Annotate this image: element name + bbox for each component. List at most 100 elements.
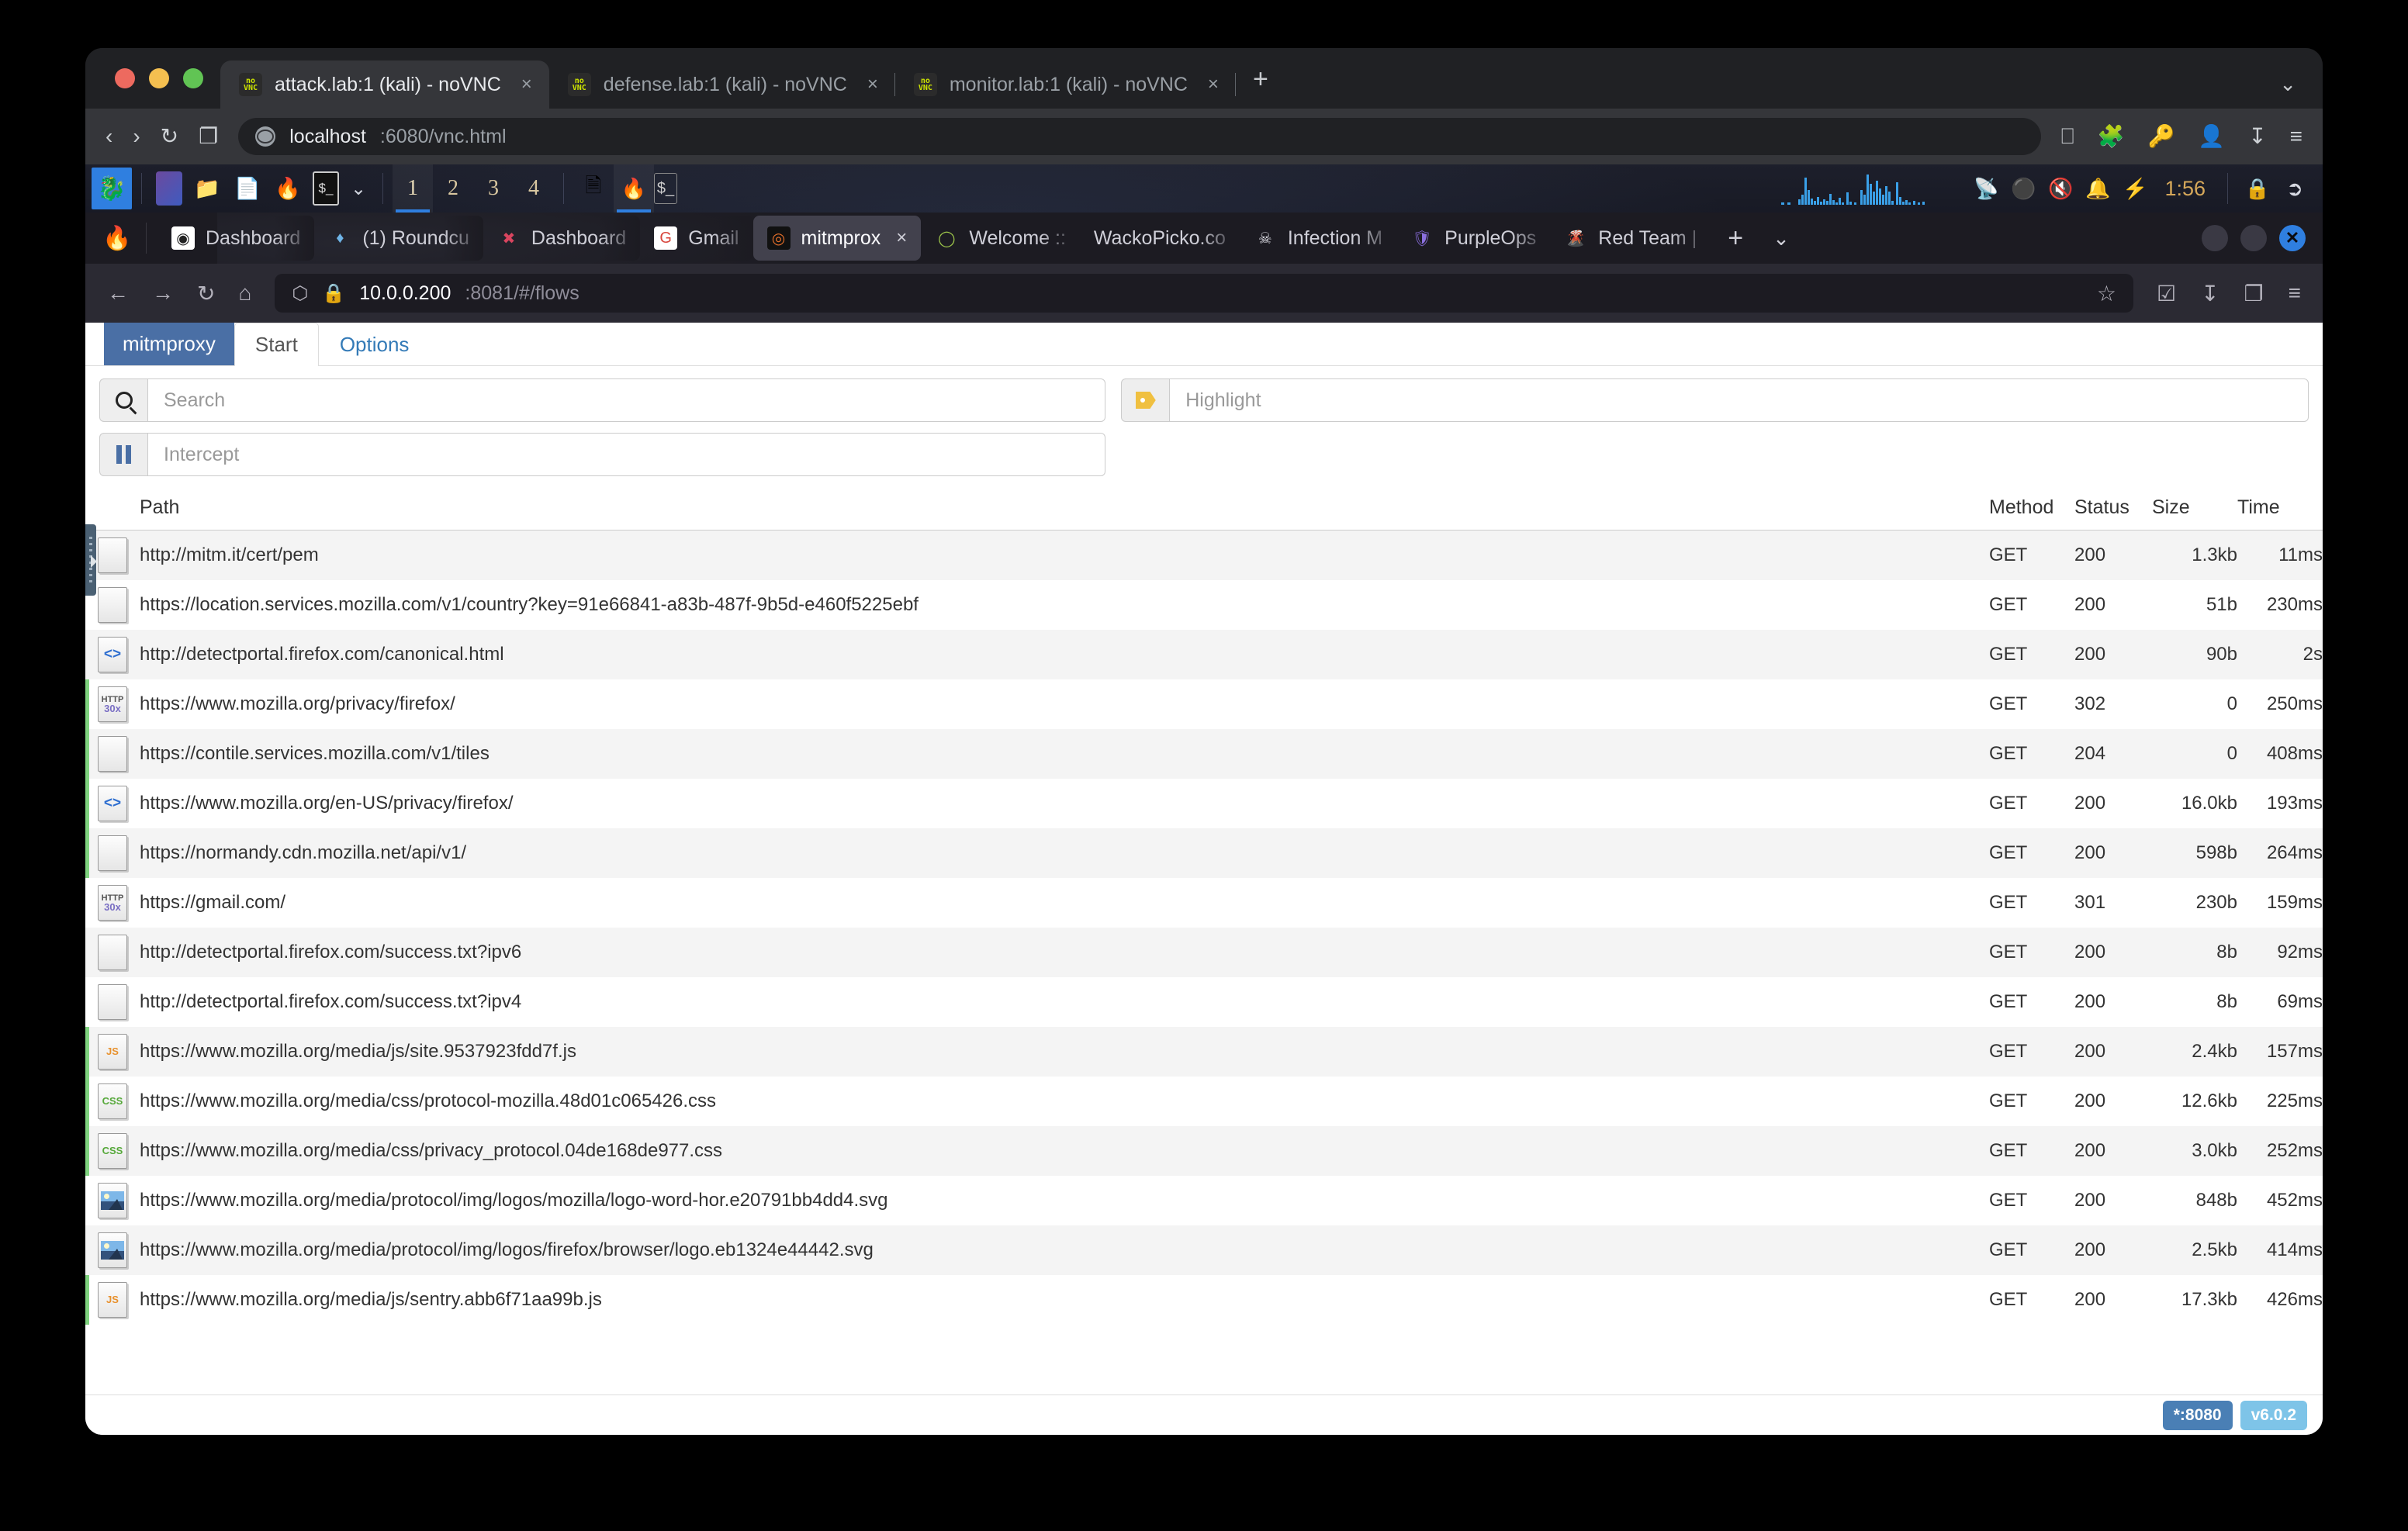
chrome-address-bar[interactable]: localhost:6080/vnc.html xyxy=(238,118,2041,155)
back-icon[interactable]: ‹ xyxy=(106,126,112,147)
shell-icon[interactable]: $_ xyxy=(313,171,339,206)
row-path[interactable]: https://www.mozilla.org/media/css/privac… xyxy=(140,1126,1989,1176)
table-row[interactable]: https://www.mozilla.org/media/protocol/i… xyxy=(85,1225,2323,1275)
tab-options[interactable]: Options xyxy=(319,323,431,366)
close-icon[interactable]: × xyxy=(867,74,878,95)
clock[interactable]: 1:56 xyxy=(2155,177,2215,201)
row-path[interactable]: https://gmail.com/ xyxy=(140,878,1989,928)
logout-icon[interactable]: ➲ xyxy=(2278,171,2312,206)
profile-icon[interactable]: 👤 xyxy=(2198,126,2225,147)
forward-icon[interactable]: › xyxy=(133,126,140,147)
new-tab-button[interactable]: + xyxy=(1236,64,1285,109)
close-window-button[interactable]: ✕ xyxy=(2279,225,2306,251)
bookmark-star-icon[interactable]: ☆ xyxy=(2097,281,2116,306)
sidebar-splitter-handle[interactable] xyxy=(85,524,96,596)
volume-muted-icon[interactable]: 🔇 xyxy=(2043,171,2078,206)
maximize-window-button[interactable] xyxy=(2240,225,2267,251)
firefox-address-bar[interactable]: ⬡ 🔒 10.0.0.200:8081/#/flows ☆ xyxy=(275,274,2133,313)
chrome-tab-monitor-lab[interactable]: noVNC monitor.lab:1 (kali) - noVNC × xyxy=(895,60,1236,109)
terminal-emulator-icon[interactable] xyxy=(156,171,182,206)
chrome-tab-defense-lab[interactable]: noVNC defense.lab:1 (kali) - noVNC × xyxy=(549,60,895,109)
minimize-window-button[interactable] xyxy=(149,68,169,88)
reload-icon[interactable]: ↻ xyxy=(161,126,178,147)
workspace-2-button[interactable]: 2 xyxy=(433,164,473,213)
window-file-manager[interactable]: 🗎 xyxy=(573,164,614,213)
table-row[interactable]: https://contile.services.mozilla.com/v1/… xyxy=(85,729,2323,779)
network-disconnected-icon[interactable]: 📡 xyxy=(1969,171,2003,206)
minimize-window-button[interactable] xyxy=(2202,225,2228,251)
column-header-method[interactable]: Method xyxy=(1989,487,2074,530)
shield-icon[interactable]: ⬡ xyxy=(292,282,308,305)
row-path[interactable]: https://www.mozilla.org/media/css/protoc… xyxy=(140,1077,1989,1126)
table-row[interactable]: <>https://www.mozilla.org/en-US/privacy/… xyxy=(85,779,2323,828)
close-window-button[interactable] xyxy=(115,68,135,88)
firefox-tab-welcome[interactable]: ◯ Welcome :: xyxy=(921,216,1080,261)
row-path[interactable]: https://www.mozilla.org/en-US/privacy/fi… xyxy=(140,779,1989,828)
forward-icon[interactable]: → xyxy=(152,281,174,306)
tab-start[interactable]: Start xyxy=(234,323,319,366)
chrome-tab-attack-lab[interactable]: noVNC attack.lab:1 (kali) - noVNC × xyxy=(220,60,549,109)
column-header-time[interactable]: Time xyxy=(2237,487,2323,530)
container-tabs-icon[interactable]: ❐ xyxy=(2244,281,2264,306)
alien-icon[interactable]: ⚫ xyxy=(2006,171,2040,206)
row-path[interactable]: http://detectportal.firefox.com/success.… xyxy=(140,977,1989,1027)
firefox-icon[interactable]: 🔥 xyxy=(272,172,303,205)
row-path[interactable]: https://www.mozilla.org/media/protocol/i… xyxy=(140,1225,1989,1275)
row-path[interactable]: https://www.mozilla.org/media/js/sentry.… xyxy=(140,1275,1989,1325)
workspace-1-button[interactable]: 1 xyxy=(393,164,433,213)
table-row[interactable]: https://www.mozilla.org/media/protocol/i… xyxy=(85,1176,2323,1225)
table-row[interactable]: http://detectportal.firefox.com/success.… xyxy=(85,928,2323,977)
row-path[interactable]: https://contile.services.mozilla.com/v1/… xyxy=(140,729,1989,779)
menu-icon[interactable]: ≡ xyxy=(2290,126,2302,147)
table-row[interactable]: http://detectportal.firefox.com/success.… xyxy=(85,977,2323,1027)
firefox-tab-dashboard-mailx[interactable]: ✖ Dashboard xyxy=(483,216,640,261)
table-row[interactable]: JShttps://www.mozilla.org/media/js/site.… xyxy=(85,1027,2323,1077)
intercept-input[interactable]: Intercept xyxy=(147,433,1105,476)
bell-icon[interactable]: 🔔 xyxy=(2081,171,2115,206)
column-header-path[interactable]: Path xyxy=(140,487,1989,530)
home-icon[interactable]: ⌂ xyxy=(238,281,251,306)
table-row[interactable]: https://normandy.cdn.mozilla.net/api/v1/… xyxy=(85,828,2323,878)
row-path[interactable]: http://mitm.it/cert/pem xyxy=(140,530,1989,580)
pause-icon[interactable] xyxy=(99,433,147,476)
row-path[interactable]: https://normandy.cdn.mozilla.net/api/v1/ xyxy=(140,828,1989,878)
table-row[interactable]: CSShttps://www.mozilla.org/media/css/pro… xyxy=(85,1077,2323,1126)
table-row[interactable]: http://mitm.it/cert/pemGET2001.3kb11ms xyxy=(85,530,2323,580)
table-row[interactable]: JShttps://www.mozilla.org/media/js/sentr… xyxy=(85,1275,2323,1325)
lock-crossed-icon[interactable]: 🔒 xyxy=(322,282,345,305)
table-row[interactable]: CSShttps://www.mozilla.org/media/css/pri… xyxy=(85,1126,2323,1176)
back-icon[interactable]: ← xyxy=(107,281,129,306)
table-row[interactable]: <>http://detectportal.firefox.com/canoni… xyxy=(85,630,2323,679)
tab-search-icon[interactable]: ❐ xyxy=(199,126,218,147)
row-path[interactable]: https://www.mozilla.org/media/protocol/i… xyxy=(140,1176,1989,1225)
cast-icon[interactable]: ⎕ xyxy=(2061,126,2074,147)
chevron-down-icon[interactable]: ⌄ xyxy=(2279,72,2296,96)
firefox-tab-dashboard-jenkins[interactable]: ◉ Dashboard xyxy=(157,216,314,261)
workspace-3-button[interactable]: 3 xyxy=(473,164,514,213)
firefox-tab-purpleops[interactable]: 🛡 PurpleOps xyxy=(1396,216,1550,261)
workspace-4-button[interactable]: 4 xyxy=(514,164,554,213)
table-row[interactable]: HTTP30xhttps://gmail.com/GET301230b159ms xyxy=(85,878,2323,928)
row-path[interactable]: https://location.services.mozilla.com/v1… xyxy=(140,580,1989,630)
lock-icon[interactable]: 🔒 xyxy=(2240,171,2275,206)
password-key-icon[interactable]: 🔑 xyxy=(2147,126,2174,147)
close-icon[interactable]: × xyxy=(896,227,907,249)
firefox-tab-roundcube[interactable]: ♦ (1) Roundcu xyxy=(314,216,483,261)
row-path[interactable]: http://detectportal.firefox.com/canonica… xyxy=(140,630,1989,679)
kali-dragon-icon[interactable]: 🐉 xyxy=(92,168,132,209)
reload-icon[interactable]: ↻ xyxy=(197,281,215,306)
extensions-icon[interactable]: 🧩 xyxy=(2098,126,2125,147)
power-icon[interactable]: ⚡ xyxy=(2118,171,2152,206)
table-row[interactable]: https://location.services.mozilla.com/v1… xyxy=(85,580,2323,630)
row-path[interactable]: http://detectportal.firefox.com/success.… xyxy=(140,928,1989,977)
close-icon[interactable]: × xyxy=(1208,74,1219,95)
row-path[interactable]: https://www.mozilla.org/media/js/site.95… xyxy=(140,1027,1989,1077)
window-terminal[interactable]: $_ xyxy=(654,173,677,204)
maximize-window-button[interactable] xyxy=(183,68,203,88)
column-header-size[interactable]: Size xyxy=(2152,487,2237,530)
chevron-down-icon[interactable]: ⌄ xyxy=(348,172,368,205)
pocket-icon[interactable]: ☑ xyxy=(2157,281,2176,306)
novnc-desktop-canvas[interactable]: 🐉 📁 📄 🔥 $_ ⌄ 1 2 3 4 🗎 🔥 $_ xyxy=(85,164,2323,1435)
firefox-tab-infection-monkey[interactable]: ☠ Infection M xyxy=(1240,216,1396,261)
row-path[interactable]: https://www.mozilla.org/privacy/firefox/ xyxy=(140,679,1989,729)
